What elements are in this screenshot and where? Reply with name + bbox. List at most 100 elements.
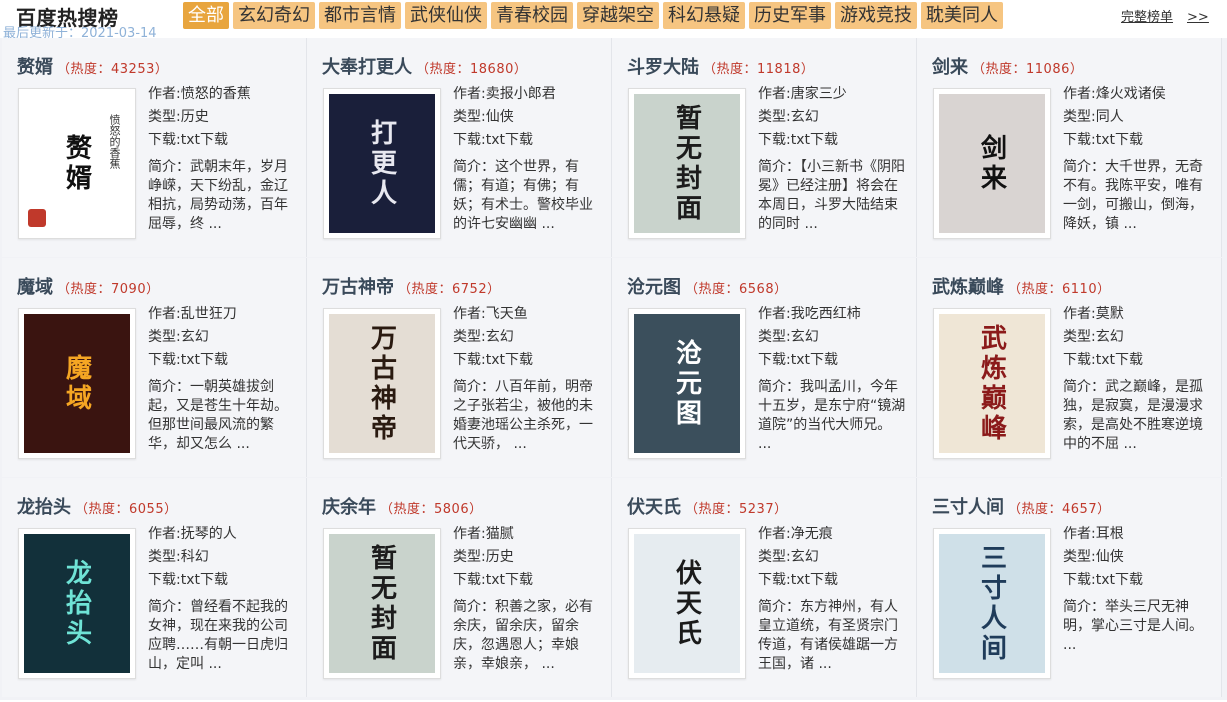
heat-count: （热度：5237）: [685, 502, 788, 517]
book-card: 赘婿 （热度：43253） 赘婿 愤怒的香蕉 作者:愤怒的香蕉 类型:历史 下载:…: [2, 38, 307, 257]
cover-title: 剑来: [976, 133, 1007, 194]
cover-title: 武炼巅峰: [976, 323, 1007, 444]
book-intro: 简介：一朝英雄拔剑起，又是苍生十年劫。但那世间最风流的繁华，却又怎么 ...: [148, 379, 288, 452]
cover-image: 万古神帝: [329, 314, 435, 453]
book-download[interactable]: 下载:txt下载: [758, 349, 906, 372]
book-download[interactable]: 下载:txt下载: [1063, 569, 1211, 592]
book-intro: 简介：东方神州，有人皇立道统，有圣贤宗门传道，有诸侯雄踞一方王国，诸 ...: [758, 599, 898, 672]
book-info: 作者:莫默 类型:玄幻 下载:txt下载 简介：武之巅峰，是孤独，是寂寞，是漫漫…: [1063, 303, 1211, 454]
cover-title: 暂无封面: [671, 103, 702, 224]
book-cover[interactable]: 打更人: [323, 88, 441, 239]
cover-image: 暂无封面: [329, 534, 435, 673]
book-card: 武炼巅峰 （热度：6110） 武炼巅峰 作者:莫默 类型:玄幻 下载:txt下载 …: [917, 258, 1222, 477]
cover-title: 三寸人间: [976, 543, 1007, 664]
tab-category[interactable]: 都市言情: [319, 2, 401, 29]
book-download[interactable]: 下载:txt下载: [758, 569, 906, 592]
tab-category[interactable]: 科幻悬疑: [663, 2, 745, 29]
book-cover[interactable]: 龙抬头: [18, 528, 136, 679]
book-download[interactable]: 下载:txt下载: [148, 349, 296, 372]
book-download[interactable]: 下载:txt下载: [1063, 349, 1211, 372]
heat-count: （热度：18680）: [416, 62, 528, 77]
cover-image: 龙抬头: [24, 534, 130, 673]
cover-image: 魔域: [24, 314, 130, 453]
book-cover[interactable]: 赘婿 愤怒的香蕉: [18, 88, 136, 239]
book-download[interactable]: 下载:txt下载: [148, 569, 296, 592]
tab-category[interactable]: 全部: [183, 2, 229, 29]
cover-image: 武炼巅峰: [939, 314, 1045, 453]
book-cover[interactable]: 万古神帝: [323, 308, 441, 459]
book-intro: 简介：我叫孟川，今年十五岁，是东宁府“镜湖道院”的当代大师兄。 ...: [758, 379, 906, 452]
book-cover[interactable]: 三寸人间: [933, 528, 1051, 679]
cover-author: 愤怒的香蕉: [108, 114, 121, 169]
book-header: 庆余年 （热度：5806）: [322, 493, 483, 519]
book-header: 魔域 （热度：7090）: [17, 273, 160, 299]
book-author: 作者:我吃西红柿: [758, 306, 861, 322]
book-title[interactable]: 沧元图: [627, 277, 681, 298]
book-intro: 简介：积善之家，必有余庆，留余庆，留余庆，忽遇恩人；幸娘亲，幸娘亲， ...: [453, 599, 593, 672]
book-title[interactable]: 武炼巅峰: [932, 277, 1004, 298]
book-title[interactable]: 魔域: [17, 277, 53, 298]
book-cover[interactable]: 魔域: [18, 308, 136, 459]
book-title[interactable]: 伏天氏: [627, 497, 681, 518]
book-header: 剑来 （热度：11086）: [932, 53, 1083, 79]
cover-title: 魔域: [61, 353, 92, 414]
full-rank-link[interactable]: 完整榜单 >>: [1121, 6, 1209, 25]
cover-image: 沧元图: [634, 314, 740, 453]
book-download[interactable]: 下载:txt下载: [453, 129, 601, 152]
cover-image: 伏天氏: [634, 534, 740, 673]
book-title[interactable]: 三寸人间: [932, 497, 1004, 518]
book-author: 作者:卖报小郎君: [453, 86, 556, 102]
heat-count: （热度：4657）: [1008, 502, 1111, 517]
category-tabs: 全部 玄幻奇幻 都市言情 武侠仙侠 青春校园 穿越架空 科幻悬疑 历史军事 游戏竞技 耽美同人: [183, 2, 1003, 29]
book-cover[interactable]: 暂无封面: [323, 528, 441, 679]
tab-category[interactable]: 玄幻奇幻: [233, 2, 315, 29]
book-title[interactable]: 万古神帝: [322, 277, 394, 298]
book-intro: 简介：武之巅峰，是孤独，是寂寞，是漫漫求索，是高处不胜寒逆境中的不屈 ...: [1063, 379, 1203, 452]
book-type: 类型:历史: [453, 549, 514, 565]
book-download[interactable]: 下载:txt下载: [148, 129, 296, 152]
heat-count: （热度：6752）: [398, 282, 501, 297]
book-cover[interactable]: 武炼巅峰: [933, 308, 1051, 459]
cover-image: 打更人: [329, 94, 435, 233]
tab-category[interactable]: 耽美同人: [921, 2, 1003, 29]
book-download[interactable]: 下载:txt下载: [453, 569, 601, 592]
book-header: 大奉打更人 （热度：18680）: [322, 53, 527, 79]
book-info: 作者:唐家三少 类型:玄幻 下载:txt下载 简介：【小三新书《阴阳冕》已经注册…: [758, 83, 906, 234]
full-rank-label: 完整榜单: [1121, 10, 1174, 25]
book-author: 作者:唐家三少: [758, 86, 847, 102]
book-author: 作者:乱世狂刀: [148, 306, 237, 322]
cover-title: 万古神帝: [366, 323, 397, 444]
tab-category[interactable]: 穿越架空: [577, 2, 659, 29]
book-info: 作者:抚琴的人 类型:科幻 下载:txt下载 简介：曾经看不起我的女神，现在来我…: [148, 523, 296, 674]
book-cover[interactable]: 剑来: [933, 88, 1051, 239]
book-info: 作者:我吃西红柿 类型:玄幻 下载:txt下载 简介：我叫孟川，今年十五岁，是东…: [758, 303, 906, 454]
book-title[interactable]: 庆余年: [322, 497, 376, 518]
book-title[interactable]: 赘婿: [17, 57, 53, 78]
tab-category[interactable]: 游戏竞技: [835, 2, 917, 29]
book-cover[interactable]: 沧元图: [628, 308, 746, 459]
book-title[interactable]: 大奉打更人: [322, 57, 412, 78]
book-title[interactable]: 斗罗大陆: [627, 57, 699, 78]
book-title[interactable]: 剑来: [932, 57, 968, 78]
book-type: 类型:仙侠: [1063, 549, 1124, 565]
book-download[interactable]: 下载:txt下载: [1063, 129, 1211, 152]
book-download[interactable]: 下载:txt下载: [453, 349, 601, 372]
tab-category[interactable]: 历史军事: [749, 2, 831, 29]
tab-category[interactable]: 武侠仙侠: [405, 2, 487, 29]
book-header: 龙抬头 （热度：6055）: [17, 493, 178, 519]
cover-image: 赘婿 愤怒的香蕉: [24, 94, 130, 233]
book-download[interactable]: 下载:txt下载: [758, 129, 906, 152]
tab-category[interactable]: 青春校园: [491, 2, 573, 29]
book-info: 作者:愤怒的香蕉 类型:历史 下载:txt下载 简介：武朝末年，岁月峥嵘，天下纷…: [148, 83, 296, 234]
book-intro: 简介：大千世界，无奇不有。我陈平安，唯有一剑，可搬山，倒海，降妖，镇 ...: [1063, 159, 1203, 232]
book-title[interactable]: 龙抬头: [17, 497, 71, 518]
book-cover[interactable]: 暂无封面: [628, 88, 746, 239]
book-author: 作者:莫默: [1063, 306, 1124, 322]
book-type: 类型:玄幻: [758, 109, 819, 125]
book-card: 剑来 （热度：11086） 剑来 作者:烽火戏诸侯 类型:同人 下载:txt下载 …: [917, 38, 1222, 257]
book-cover[interactable]: 伏天氏: [628, 528, 746, 679]
book-header: 赘婿 （热度：43253）: [17, 53, 168, 79]
book-header: 三寸人间 （热度：4657）: [932, 493, 1111, 519]
book-header: 沧元图 （热度：6568）: [627, 273, 788, 299]
book-type: 类型:科幻: [148, 549, 209, 565]
